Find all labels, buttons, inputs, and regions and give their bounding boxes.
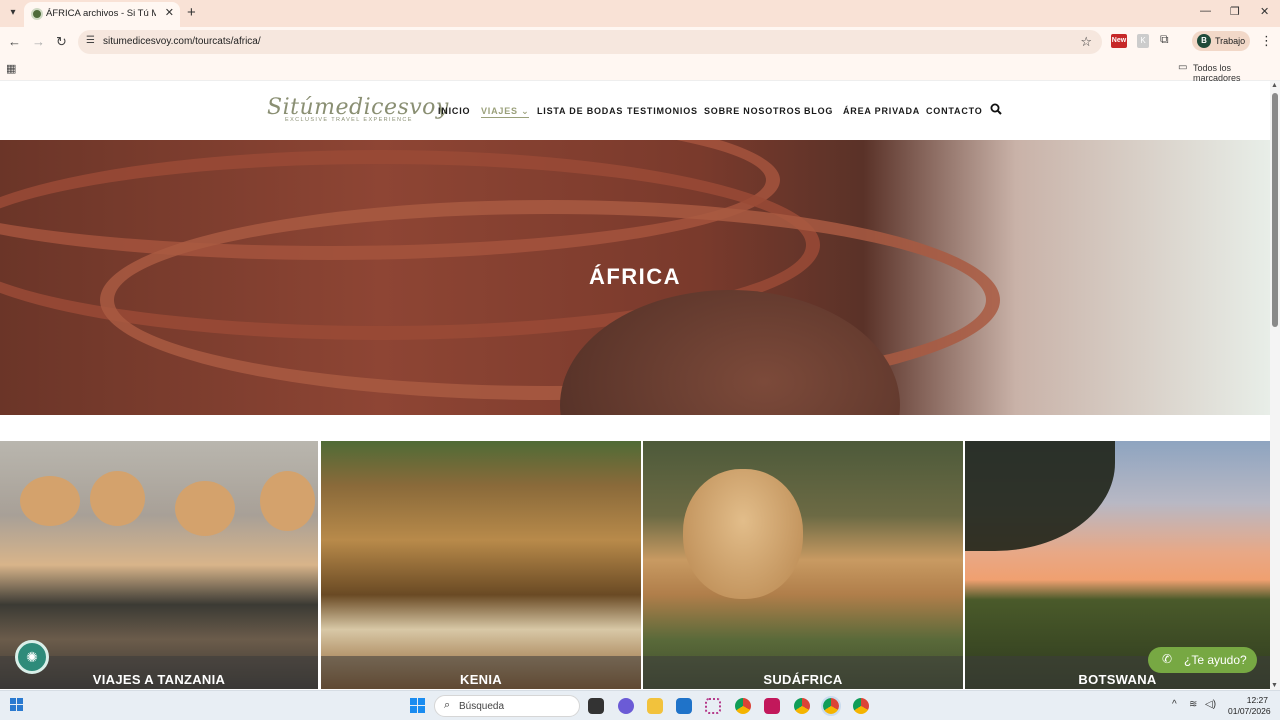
card-label: BOTSWANA: [1078, 672, 1157, 687]
page-title: ÁFRICA: [588, 264, 682, 289]
outlook-icon[interactable]: [676, 698, 692, 714]
card-sudafrica[interactable]: SUDÁFRICA: [643, 441, 963, 689]
active-tab[interactable]: ÁFRICA archivos - Si Tú Me Dic ✕: [24, 2, 180, 27]
card-kenia[interactable]: KENIA: [321, 441, 641, 689]
taskbar-search[interactable]: ⌕ Búsqueda: [434, 695, 580, 717]
card-label: VIAJES A TANZANIA: [92, 672, 226, 687]
nav-contacto[interactable]: CONTACTO: [926, 106, 983, 116]
browser-menu-icon[interactable]: ⋮: [1260, 33, 1273, 49]
profile-avatar: B: [1197, 34, 1211, 48]
chrome-alt-icon[interactable]: [853, 698, 869, 714]
extension-new-icon[interactable]: New: [1111, 34, 1127, 48]
reload-icon[interactable]: ↻: [56, 34, 67, 50]
help-label: ¿Te ayudo?: [1184, 653, 1247, 667]
folder-icon: ▭: [1178, 62, 1188, 73]
nav-inicio[interactable]: INICIO: [438, 106, 470, 116]
scroll-down-icon[interactable]: ▼: [1271, 682, 1278, 689]
chrome-icon[interactable]: [735, 698, 751, 714]
taskbar-search-label: Búsqueda: [459, 701, 505, 712]
card-image-tree: [965, 441, 1115, 551]
clock-time: 12:27: [1246, 695, 1268, 705]
nav-viajes[interactable]: VIAJES ⌄: [481, 106, 530, 118]
page-scrollbar[interactable]: ▲ ▼: [1270, 81, 1280, 690]
site-favicon-icon: [31, 8, 43, 20]
chrome-work-icon[interactable]: [821, 696, 841, 716]
nav-sobre-nosotros[interactable]: SOBRE NOSOTROS: [704, 106, 801, 116]
window-close-icon[interactable]: ✕: [1260, 5, 1269, 18]
card-label: KENIA: [460, 672, 502, 687]
nav-testimonios[interactable]: TESTIMONIOS: [627, 106, 698, 116]
chrome-profile-icon[interactable]: [794, 698, 810, 714]
volume-icon[interactable]: ◁): [1205, 699, 1216, 710]
bookmarks-bar: ▦ ▭ Todos los marcadores: [0, 57, 1280, 83]
card-label: SUDÁFRICA: [763, 672, 843, 687]
card-image-lion-cub: [683, 469, 803, 599]
extensions-puzzle-icon[interactable]: ⧉: [1160, 32, 1169, 46]
whatsapp-help-button[interactable]: ✆ ¿Te ayudo?: [1148, 647, 1257, 673]
nav-area-privada[interactable]: ÁREA PRIVADA: [843, 106, 920, 116]
forward-icon[interactable]: →: [32, 34, 45, 49]
accessibility-badge-icon[interactable]: ✺: [15, 640, 49, 674]
profile-label: Trabajo: [1215, 36, 1246, 46]
clock-date: 01/07/2026: [1228, 706, 1271, 716]
nav-lista-de-bodas[interactable]: LISTA DE BODAS: [537, 106, 623, 116]
extension-k-icon[interactable]: K: [1137, 34, 1149, 48]
address-bar[interactable]: ☰ situmedicesvoy.com/tourcats/africa/ ☆: [78, 30, 1102, 54]
back-icon[interactable]: ←: [8, 34, 21, 49]
site-info-icon[interactable]: ☰: [86, 35, 95, 46]
site-logo[interactable]: Sitúmedicesvoy EXCLUSIVE TRAVEL EXPERIEN…: [267, 95, 449, 123]
card-image-lion: [90, 471, 145, 526]
search-icon[interactable]: [990, 103, 1002, 118]
windows-start-icon[interactable]: [410, 698, 426, 714]
chat-app-icon[interactable]: [618, 698, 634, 714]
tab-close-icon[interactable]: ✕: [165, 6, 174, 19]
taskbar-search-icon: ⌕: [444, 699, 451, 711]
app-pink-icon[interactable]: [764, 698, 780, 714]
all-bookmarks-link[interactable]: Todos los marcadores: [1193, 63, 1280, 83]
browser-tab-bar: ▾ ÁFRICA archivos - Si Tú Me Dic ✕ + — ❐…: [0, 0, 1280, 27]
file-explorer-icon[interactable]: [647, 698, 663, 714]
card-image-lion: [175, 481, 235, 536]
bookmark-star-icon[interactable]: ☆: [1080, 34, 1092, 50]
tab-title: ÁFRICA archivos - Si Tú Me Dic: [46, 8, 156, 19]
system-clock[interactable]: 12:27 01/07/2026: [1228, 695, 1271, 717]
browser-toolbar: ← → ↻ ☰ situmedicesvoy.com/tourcats/afri…: [0, 27, 1280, 57]
minimize-icon[interactable]: —: [1200, 5, 1211, 17]
card-image-lion: [20, 476, 80, 526]
destination-grid: VIAJES A TANZANIA KENIA SUDÁFRICA BOTSWA…: [0, 441, 1270, 689]
scroll-thumb[interactable]: [1272, 93, 1278, 327]
profile-button[interactable]: B Trabajo: [1192, 31, 1250, 51]
address-url: situmedicesvoy.com/tourcats/africa/: [103, 36, 261, 47]
apps-grid-icon[interactable]: ▦: [6, 62, 16, 75]
wifi-icon[interactable]: ≋: [1189, 699, 1197, 710]
nav-blog[interactable]: BLOG: [804, 106, 833, 116]
slack-icon[interactable]: [705, 698, 721, 714]
windows-taskbar: ⌕ Búsqueda ^ ≋ ◁) 12:27 01/07/2026: [0, 690, 1280, 720]
tray-chevron-icon[interactable]: ^: [1172, 699, 1177, 710]
restore-icon[interactable]: ❐: [1230, 5, 1240, 18]
task-view-icon[interactable]: [588, 698, 604, 714]
new-tab-icon[interactable]: +: [187, 4, 196, 22]
widgets-icon[interactable]: [10, 698, 24, 712]
scroll-up-icon[interactable]: ▲: [1271, 82, 1278, 89]
card-image-lion: [260, 471, 315, 531]
whatsapp-icon: ✆: [1162, 652, 1173, 666]
hero-banner: ÁFRICA: [0, 140, 1270, 415]
tab-search-icon[interactable]: ▾: [4, 4, 22, 22]
site-header: Sitúmedicesvoy EXCLUSIVE TRAVEL EXPERIEN…: [0, 81, 1270, 140]
